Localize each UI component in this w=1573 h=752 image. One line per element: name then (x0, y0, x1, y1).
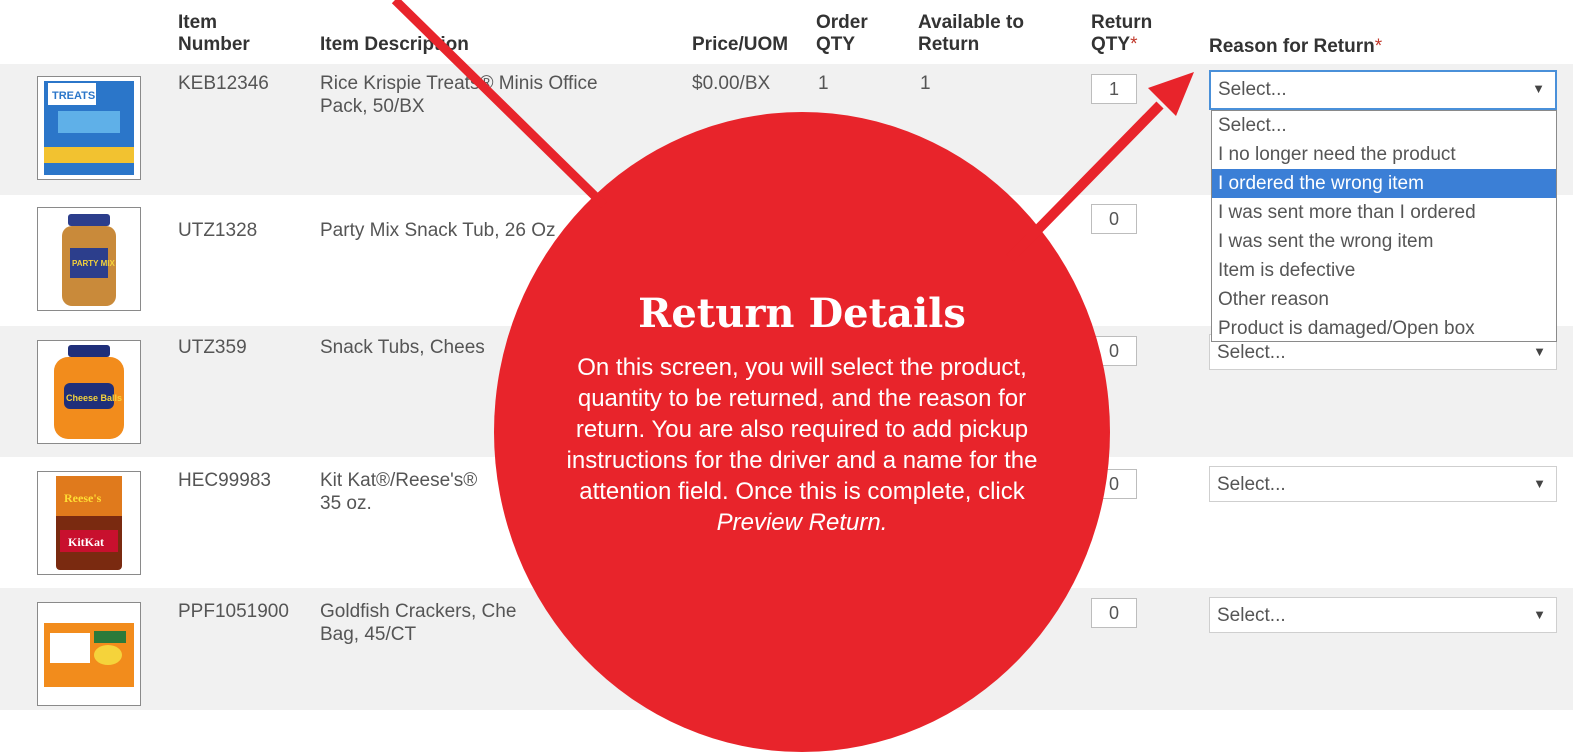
arrow-right-shaft (1006, 101, 1164, 262)
arrow-left-shaft (391, 0, 608, 209)
callout-body: On this screen, you will select the prod… (566, 354, 1038, 536)
callout-emphasis: Preview Return. (716, 509, 888, 536)
callout-title: Return Details (638, 290, 966, 337)
